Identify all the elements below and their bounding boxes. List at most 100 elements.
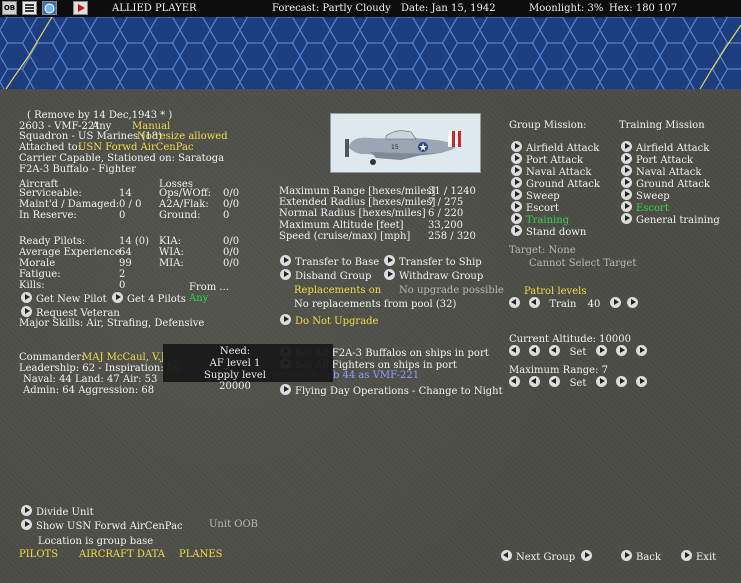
altitude-set-button[interactable]: Set <box>570 347 587 358</box>
speed-value: 258 / 320 <box>428 231 476 242</box>
patrol-inc-small-icon[interactable] <box>609 297 621 308</box>
arrow-right-icon <box>681 550 692 561</box>
commander-name[interactable]: MAJ McCaul, V.J. <box>82 352 167 363</box>
arrow-right-icon <box>280 255 291 266</box>
do-not-upgrade-button[interactable]: Do Not Upgrade <box>280 314 378 327</box>
commander-skills: Naval: 44 Land: 47 Air: 53 <box>23 374 158 385</box>
hex-coords: Hex: 180 107 <box>609 3 678 14</box>
training-mission-item[interactable]: General training <box>621 213 720 226</box>
max-range-label: Maximum Range [hexes/miles] <box>279 186 436 197</box>
kills-value: 0 <box>119 280 126 291</box>
maintd-label: Maint'd / Damaged: <box>19 199 120 210</box>
aircraft-data-tab[interactable]: AIRCRAFT DATA <box>79 549 165 560</box>
transfer-base-button[interactable]: Transfer to Base <box>280 255 379 268</box>
planes-tab[interactable]: PLANES <box>179 549 223 560</box>
divide-unit-button[interactable]: Divide Unit <box>21 505 94 518</box>
remove-date: ( Remove by 14 Dec,1943 * ) <box>27 110 173 121</box>
range-dec2-icon[interactable] <box>529 376 541 387</box>
airplane-icon: 15 <box>331 114 480 172</box>
reserve-value: 0 <box>119 210 126 221</box>
back-button[interactable]: Back <box>621 550 661 563</box>
morale-label: Morale <box>19 258 56 269</box>
alt-inc3-icon[interactable] <box>635 345 647 356</box>
player-title: ALLIED PLAYER <box>112 3 197 14</box>
arrow-right-icon <box>280 314 291 325</box>
arrow-right-icon <box>511 177 522 188</box>
alt-dec2-icon[interactable] <box>529 345 541 356</box>
altitude-label: Current Altitude: 10000 <box>509 334 631 345</box>
fatigue-value: 2 <box>119 269 126 280</box>
arrow-right-icon <box>21 292 32 303</box>
ops-label: Ops/WOff: <box>159 188 212 199</box>
morale-value: 99 <box>119 258 132 269</box>
exit-button[interactable]: Exit <box>681 550 716 563</box>
ground-value: 0 <box>223 210 230 221</box>
map-strip[interactable] <box>0 17 741 89</box>
replacements-toggle[interactable]: Replacements on <box>294 285 381 296</box>
patrol-controls: Train 40 <box>509 297 638 310</box>
fatigue-label: Fatigue: <box>19 269 61 280</box>
range-inc2-icon[interactable] <box>615 376 627 387</box>
training-mission-header: Training Mission <box>619 120 705 131</box>
tooltip-af-level: AF level 1 <box>209 358 261 369</box>
arrow-right-icon <box>581 550 593 561</box>
transfer-ship-button[interactable]: Transfer to Ship <box>384 255 482 268</box>
patrol-inc-icon[interactable] <box>626 297 638 308</box>
range-set-button[interactable]: Set <box>570 378 587 389</box>
arrow-right-icon <box>621 201 632 212</box>
arrow-right-icon <box>112 292 123 303</box>
pilots-tab[interactable]: PILOTS <box>19 549 58 560</box>
norm-radius-label: Normal Radius [hexes/miles] <box>279 208 426 219</box>
arrow-right-icon <box>621 153 632 164</box>
aircraft-type: F2A-3 Buffalo - Fighter <box>19 164 136 175</box>
hex-grid <box>0 17 741 89</box>
patrol-dec-small-icon[interactable] <box>529 297 541 308</box>
alt-inc1-icon[interactable] <box>595 345 607 356</box>
flying-day-label: Flying Day Operations - Change to Night <box>295 386 503 397</box>
range-dec3-icon[interactable] <box>509 376 520 387</box>
play-icon[interactable] <box>73 1 88 15</box>
transfer-base-label: Transfer to Base <box>295 257 380 268</box>
tooltip-supply: Supply level 20000 <box>203 370 266 392</box>
ready-pilots-value: 14 (0) <box>119 236 150 247</box>
ob-button[interactable]: OB <box>2 1 17 15</box>
get-new-pilot-button[interactable]: Get New Pilot <box>21 292 107 305</box>
arrow-right-icon <box>511 189 522 200</box>
arrow-right-icon <box>384 269 395 280</box>
alt-inc2-icon[interactable] <box>615 345 627 356</box>
a2a-label: A2A/Flak: <box>159 199 209 210</box>
patrol-header: Patrol levels <box>524 286 587 297</box>
forecast: Forecast: Partly Cloudy <box>272 3 391 14</box>
back-label: Back <box>636 552 661 563</box>
list-icon[interactable] <box>22 1 37 15</box>
group-mission-item-label: Stand down <box>526 227 587 238</box>
date: Date: Jan 15, 1942 <box>401 3 496 14</box>
kia-value: 0/0 <box>223 236 240 247</box>
max-range-value: 31 / 1240 <box>428 186 476 197</box>
serviceable-value: 14 <box>119 188 132 199</box>
flying-day-button[interactable]: Flying Day Operations - Change to Night <box>280 384 503 397</box>
withdraw-button[interactable]: Withdraw Group <box>384 269 483 282</box>
from-value[interactable]: Any <box>189 293 208 304</box>
globe-icon[interactable] <box>42 1 57 15</box>
mia-label: MIA: <box>159 258 184 269</box>
patrol-dec-icon[interactable] <box>509 297 520 308</box>
aircraft-image: 15 <box>330 113 481 173</box>
show-hq-button[interactable]: Show USN Forwd AirCenPac <box>21 519 183 532</box>
group-mission-item[interactable]: Stand down <box>511 225 586 238</box>
cannot-select-target: Cannot Select Target <box>529 258 637 269</box>
next-group-button[interactable]: Next Group <box>501 550 596 563</box>
range-dec1-icon[interactable] <box>549 376 561 387</box>
alt-dec1-icon[interactable] <box>549 345 561 356</box>
unit-oob-button[interactable]: Unit OOB <box>209 519 258 530</box>
exit-label: Exit <box>696 552 717 563</box>
attached-link[interactable]: USN Forwd AirCenPac <box>78 142 194 153</box>
arrow-right-icon <box>21 306 32 317</box>
get-4-pilots-button[interactable]: Get 4 Pilots <box>112 292 186 305</box>
disband-button[interactable]: Disband Group <box>280 269 371 282</box>
disband-label: Disband Group <box>295 271 372 282</box>
alt-dec3-icon[interactable] <box>509 345 520 356</box>
range-inc1-icon[interactable] <box>595 376 607 387</box>
max-range-ctl-label: Maximum Range: 7 <box>509 365 609 376</box>
range-inc3-icon[interactable] <box>635 376 647 387</box>
